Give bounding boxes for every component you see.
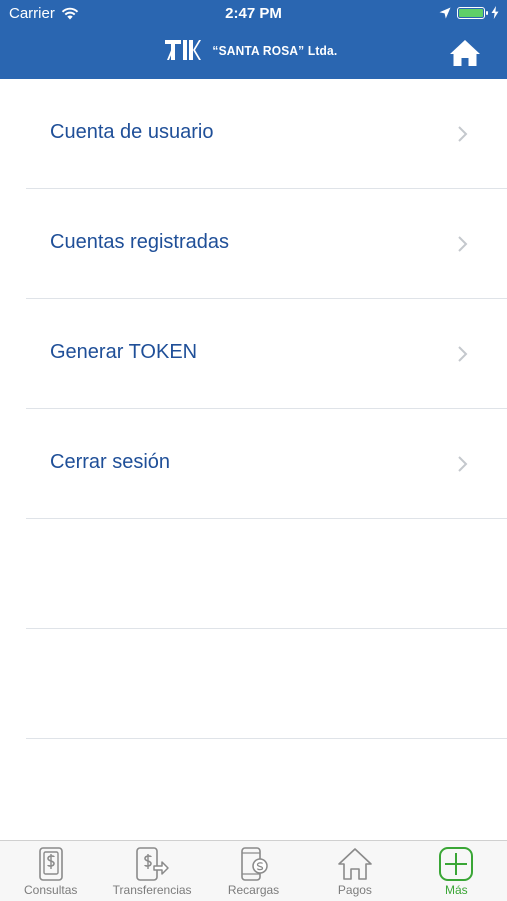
battery-icon: [457, 6, 488, 19]
empty-row: [0, 519, 507, 629]
tab-mas[interactable]: Más: [406, 841, 507, 901]
tab-pagos[interactable]: Pagos: [304, 841, 405, 901]
phone-dollar-icon: [38, 847, 63, 881]
tab-label: Consultas: [24, 883, 78, 897]
settings-menu: Cuenta de usuario Cuentas registradas Ge…: [0, 79, 507, 739]
tab-bar: Consultas Transferencias Recargas Pagos: [0, 840, 507, 901]
plus-icon: [439, 847, 474, 881]
house-payment-icon: [338, 848, 372, 880]
chevron-right-icon: [458, 346, 468, 362]
status-right: [439, 6, 499, 19]
status-bar: Carrier 2:47 PM: [0, 0, 507, 28]
menu-item-cerrar-sesion[interactable]: Cerrar sesión: [0, 409, 507, 519]
santa-rosa-logo-icon: [164, 40, 201, 60]
location-arrow-icon: [439, 7, 451, 18]
tab-label: Más: [444, 883, 468, 897]
divider: [26, 738, 507, 739]
brand-name: “SANTA ROSA” Ltda.: [212, 42, 337, 58]
tab-label: Transferencias: [112, 883, 192, 897]
tab-recargas[interactable]: Recargas: [203, 841, 304, 901]
tab-label: Pagos: [337, 883, 372, 897]
status-time: 2:47 PM: [225, 5, 282, 22]
tab-label: Recargas: [227, 883, 280, 897]
tab-transferencias[interactable]: Transferencias: [101, 841, 202, 901]
transfer-dollar-icon: [136, 847, 169, 881]
menu-item-cuentas-registradas[interactable]: Cuentas registradas: [0, 189, 507, 299]
chevron-right-icon: [458, 126, 468, 142]
chevron-right-icon: [458, 236, 468, 252]
menu-item-label: Cuentas registradas: [50, 231, 229, 253]
chevron-right-icon: [458, 456, 468, 472]
home-button[interactable]: [449, 38, 481, 68]
menu-item-cuenta-usuario[interactable]: Cuenta de usuario: [0, 79, 507, 189]
menu-item-generar-token[interactable]: Generar TOKEN: [0, 299, 507, 409]
empty-row: [0, 629, 507, 739]
home-icon: [450, 40, 480, 66]
brand-logo: “SANTA ROSA” Ltda.: [0, 38, 507, 62]
mobile-recharge-icon: [240, 847, 268, 881]
app-header: Carrier 2:47 PM “SANTA ROSA” Ltda.: [0, 0, 507, 79]
charging-bolt-icon: [491, 6, 499, 19]
menu-item-label: Cerrar sesión: [50, 451, 171, 473]
menu-item-label: Generar TOKEN: [50, 341, 198, 363]
tab-consultas[interactable]: Consultas: [0, 841, 101, 901]
menu-item-label: Cuenta de usuario: [50, 121, 214, 143]
